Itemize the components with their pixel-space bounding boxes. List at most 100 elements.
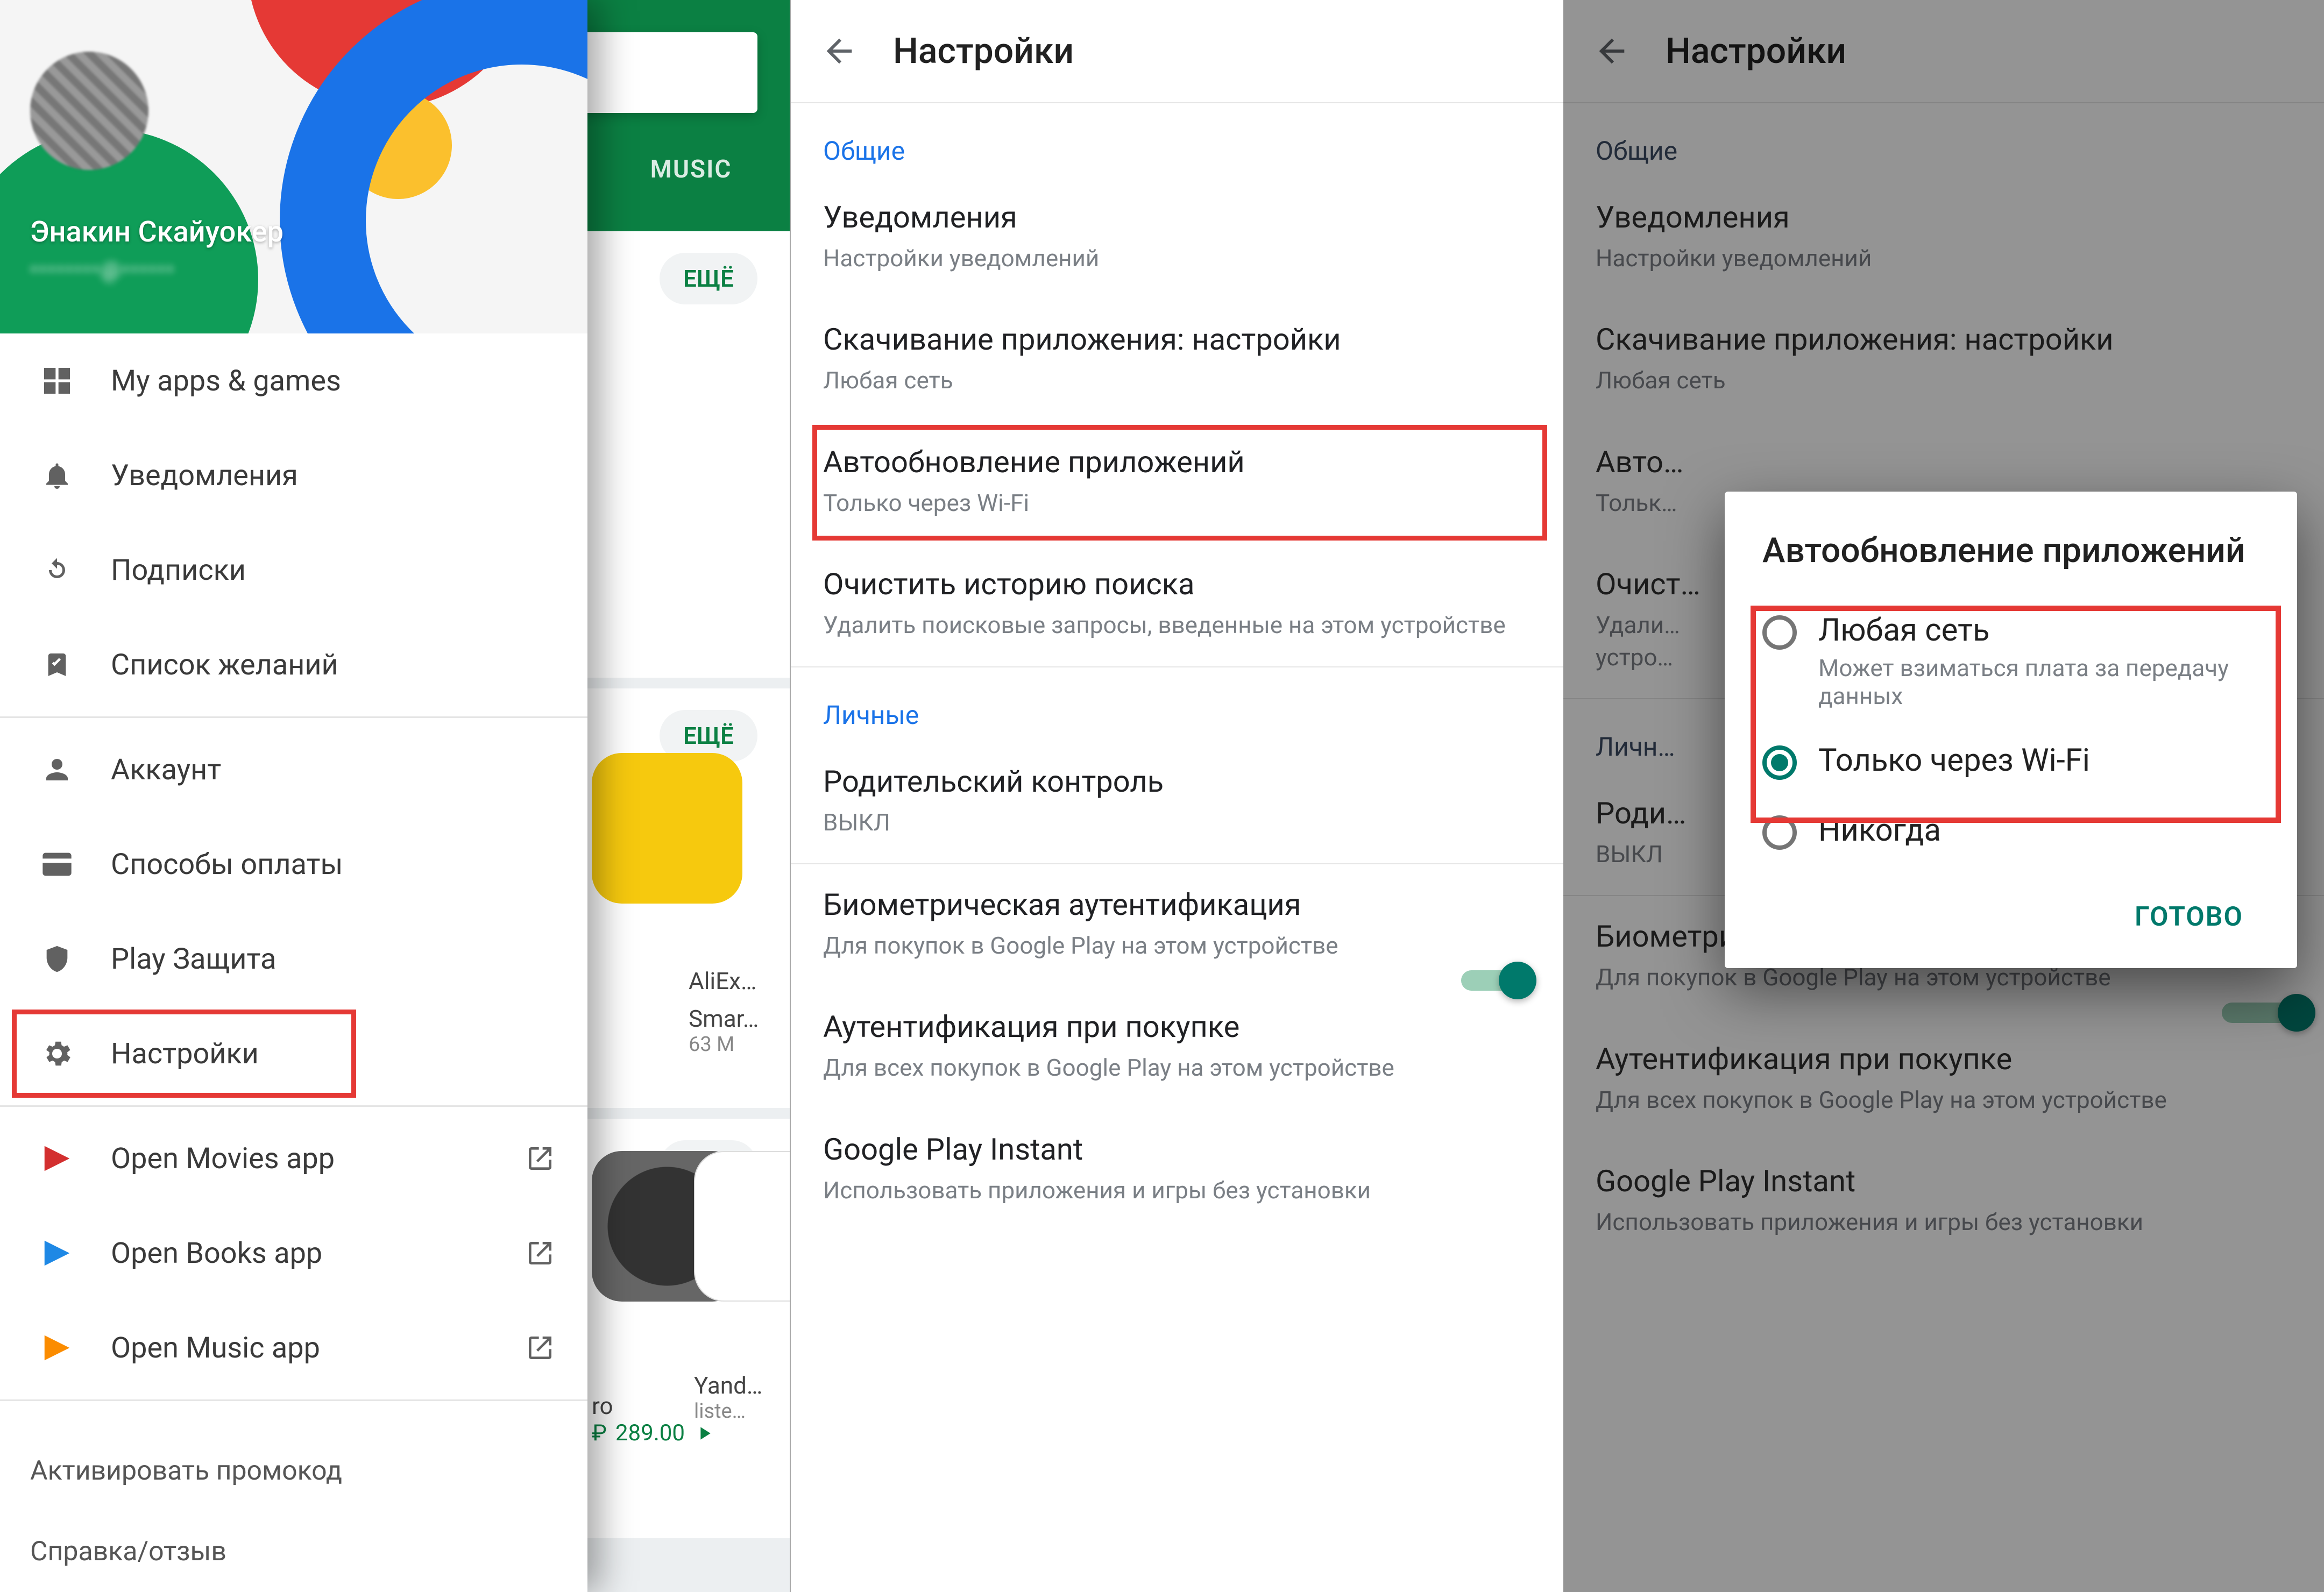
navigation-drawer: Энакин Скайуокер ••••••••@•••••• My apps… (0, 0, 587, 1592)
open-external-icon (525, 1143, 555, 1174)
drawer-item-label: Настройки (111, 1037, 259, 1071)
drawer-item-label: Активировать промокод (30, 1455, 342, 1487)
drawer-item-label: Аккаунт (111, 753, 221, 787)
drawer-item-label: Способы оплаты (111, 848, 343, 882)
drawer-item-label: Подписки (111, 553, 246, 587)
store-tab-music[interactable]: MUSIC (592, 155, 790, 184)
avatar[interactable] (30, 52, 148, 170)
drawer-item-label: Open Music app (111, 1331, 320, 1365)
drawer-item-protect[interactable]: Play Защита (0, 912, 587, 1006)
play-music-icon (38, 1328, 76, 1367)
setting-subtitle: Для покупок в Google Play на этом устрой… (823, 930, 1361, 962)
setting-parental[interactable]: Родительский контроль ВЫКЛ (791, 741, 1563, 863)
setting-auto-update[interactable]: Автообновление приложений Только через W… (791, 422, 1563, 544)
setting-biometric[interactable]: Биометрическая аутентификация Для покупо… (791, 864, 1563, 986)
bookmark-icon (38, 645, 76, 684)
drawer-item-label: Уведомления (111, 459, 298, 493)
drawer-item-notifications[interactable]: Уведомления (0, 428, 587, 523)
drawer-item-open-movies[interactable]: Open Movies app (0, 1111, 587, 1206)
setting-title: Родительский контроль (823, 764, 1531, 799)
panel-settings-with-dialog: Настройки Общие Уведомления Настройки ув… (1563, 0, 2324, 1592)
play-books-icon (38, 1234, 76, 1273)
radio-option-wifi-only[interactable]: Только через Wi-Fi (1762, 726, 2259, 796)
drawer-list: My apps & games Уведомления Подписки (0, 333, 587, 1431)
dialog-done-button[interactable]: ГОТОВО (2118, 887, 2259, 947)
drawer-item-label: Open Books app (111, 1236, 322, 1270)
store-app-tile[interactable]: Yand… liste… (694, 1151, 790, 1423)
setting-title: Очистить историю поиска (823, 566, 1531, 602)
setting-title: Скачивание приложения: настройки (823, 322, 1531, 357)
gear-icon (38, 1034, 76, 1073)
drawer-item-label: Play Защита (111, 942, 276, 976)
drawer-item-open-books[interactable]: Open Books app (0, 1206, 587, 1300)
setting-subtitle: Только через Wi-Fi (823, 487, 1531, 519)
drawer-item-promo[interactable]: Активировать промокод (0, 1431, 587, 1511)
section-label-general: Общие (791, 103, 1563, 177)
bell-icon (38, 456, 76, 495)
page-title: Настройки (893, 31, 1074, 72)
setting-notifications[interactable]: Уведомления Настройки уведомлений (791, 177, 1563, 299)
refresh-icon (38, 551, 76, 589)
user-email: ••••••••@•••••• (30, 257, 175, 282)
drawer-header: Энакин Скайуокер ••••••••@•••••• (0, 0, 587, 333)
divider (0, 1105, 587, 1107)
app-icon (592, 753, 742, 904)
setting-title: Аутентификация при покупке (823, 1009, 1531, 1044)
drawer-item-label: Open Movies app (111, 1142, 335, 1176)
radio-label: Любая сеть (1818, 612, 2259, 649)
setting-instant[interactable]: Google Play Instant Использовать приложе… (791, 1109, 1563, 1231)
play-triangle-icon (693, 1423, 715, 1444)
setting-subtitle: Для всех покупок в Google Play на этом у… (823, 1052, 1531, 1084)
panel-drawer-open: KS MUSIC ЕЩЁ ЕЩЁ AliEx… Smar… 63 M ЕЩ (0, 0, 790, 1592)
app-name: AliEx… (689, 967, 790, 995)
dialog-title: Автообновление приложений (1762, 529, 2259, 572)
panel-settings: Настройки Общие Уведомления Настройки ув… (790, 0, 1563, 1592)
drawer-item-label: Справка/отзыв (30, 1536, 226, 1567)
drawer-item-open-music[interactable]: Open Music app (0, 1300, 587, 1395)
radio-option-never[interactable]: Никогда (1762, 796, 2259, 866)
store-app-tile[interactable]: AliEx… Smar… 63 M (689, 957, 790, 1056)
store-app-tile[interactable] (592, 753, 753, 904)
app-name: Smar… (689, 1005, 790, 1033)
setting-title: Уведомления (823, 200, 1531, 235)
radio-label: Никогда (1818, 812, 1941, 849)
setting-subtitle: Использовать приложения и игры без устан… (823, 1175, 1531, 1206)
setting-subtitle: ВЫКЛ (823, 807, 1531, 838)
grid-icon (38, 361, 76, 400)
setting-subtitle: Любая сеть (823, 365, 1531, 396)
setting-title: Автообновление приложений (823, 444, 1531, 480)
radio-sublabel: Может взиматься плата за передачу данных (1818, 654, 2259, 710)
drawer-item-label: My apps & games (111, 364, 341, 398)
drawer-item-label: Список желаний (111, 648, 338, 682)
drawer-item-help[interactable]: Справка/отзыв (0, 1511, 587, 1592)
drawer-item-settings[interactable]: Настройки (0, 1006, 587, 1101)
drawer-item-wishlist[interactable]: Список желаний (0, 617, 587, 712)
radio-option-any-network[interactable]: Любая сеть Может взиматься плата за пере… (1762, 596, 2259, 726)
open-external-icon (525, 1333, 555, 1363)
setting-clear-history[interactable]: Очистить историю поиска Удалить поисковы… (791, 544, 1563, 666)
drawer-item-my-apps[interactable]: My apps & games (0, 333, 587, 428)
back-button[interactable] (818, 30, 861, 73)
drawer-footer: Активировать промокод Справка/отзыв (0, 1431, 587, 1592)
user-name: Энакин Скайуокер (30, 215, 284, 249)
radio-label: Только через Wi-Fi (1818, 742, 2090, 779)
open-external-icon (525, 1238, 555, 1268)
more-button[interactable]: ЕЩЁ (660, 253, 757, 304)
play-movies-icon (38, 1139, 76, 1178)
section-label-personal: Личные (791, 667, 1563, 741)
setting-download-pref[interactable]: Скачивание приложения: настройки Любая с… (791, 299, 1563, 421)
setting-subtitle: Настройки уведомлений (823, 243, 1531, 274)
radio-icon (1762, 745, 1797, 780)
drawer-item-subscriptions[interactable]: Подписки (0, 523, 587, 617)
divider (0, 1399, 587, 1401)
shield-icon (38, 940, 76, 978)
radio-icon (1762, 815, 1797, 850)
app-price: ₽289.00 (592, 1420, 715, 1446)
drawer-item-payment[interactable]: Способы оплаты (0, 817, 587, 912)
setting-subtitle: Удалить поисковые запросы, введенные на … (823, 609, 1531, 641)
appbar: Настройки (791, 0, 1563, 102)
drawer-item-account[interactable]: Аккаунт (0, 722, 587, 817)
setting-auth-purchase[interactable]: Аутентификация при покупке Для всех поку… (791, 986, 1563, 1108)
app-icon (694, 1151, 790, 1302)
person-icon (38, 750, 76, 789)
